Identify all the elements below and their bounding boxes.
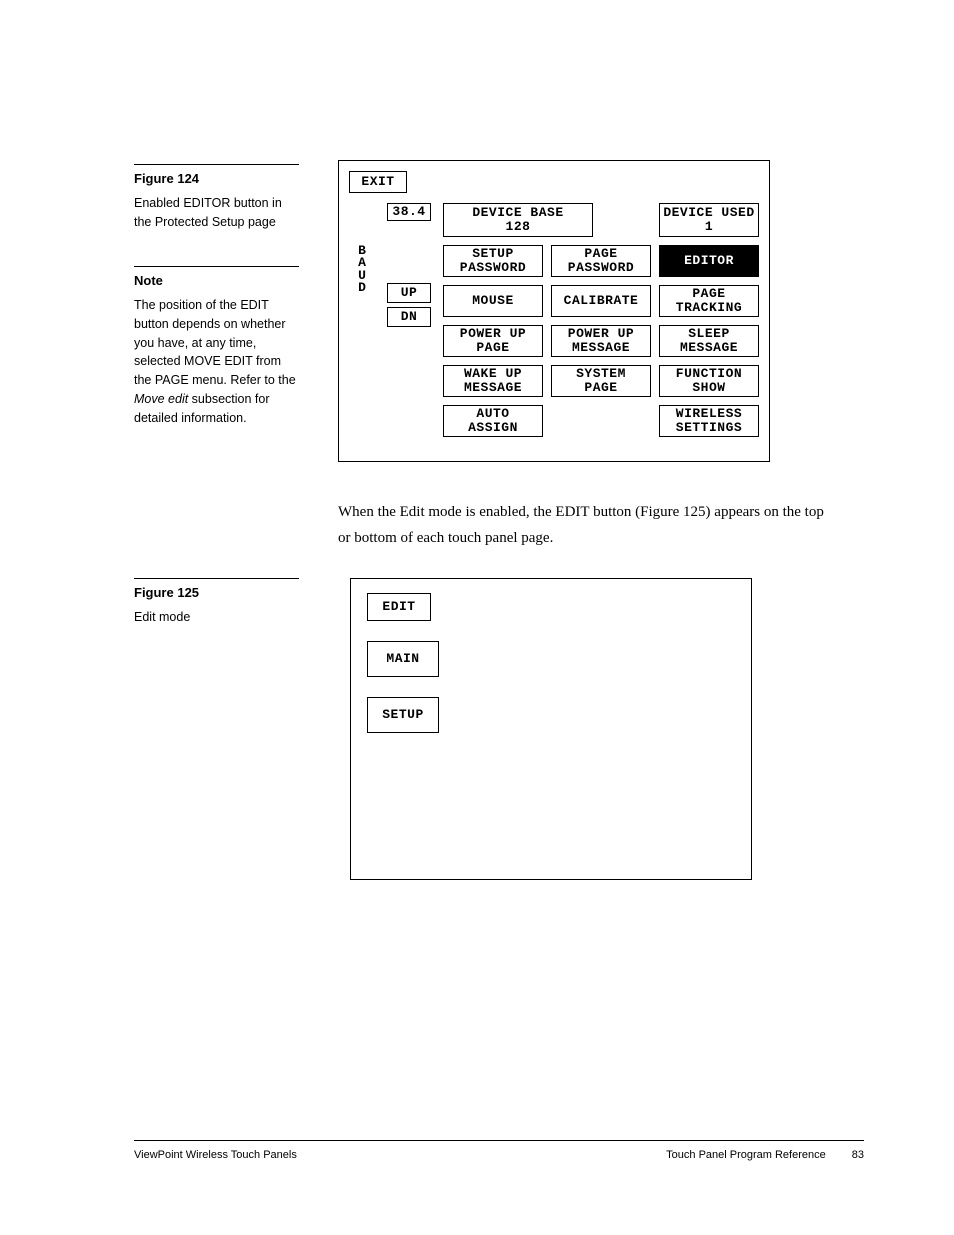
- footer-right: Touch Panel Program Reference: [666, 1149, 826, 1161]
- calibrate-button[interactable]: CALIBRATE: [551, 285, 651, 317]
- footer-left: ViewPoint Wireless Touch Panels: [134, 1149, 297, 1161]
- page-tracking-button[interactable]: PAGE TRACKING: [659, 285, 759, 317]
- page-footer: ViewPoint Wireless Touch Panels Touch Pa…: [134, 1140, 864, 1161]
- edit-mode-panel: EDIT MAIN SETUP: [350, 578, 752, 880]
- auto-assign-button[interactable]: AUTO ASSIGN: [443, 405, 543, 437]
- note-block: Note The position of the EDIT button dep…: [134, 266, 299, 431]
- edit-button[interactable]: EDIT: [367, 593, 431, 621]
- figure-124-title: Figure 124: [134, 171, 299, 186]
- system-page-button[interactable]: SYSTEM PAGE: [551, 365, 651, 397]
- baud-dn-button[interactable]: DN: [387, 307, 431, 327]
- body-paragraph: When the Edit mode is enabled, the EDIT …: [338, 500, 828, 551]
- baud-rate-display: 38.4: [387, 203, 431, 221]
- figure-125-title: Figure 125: [134, 585, 299, 600]
- power-up-message-button[interactable]: POWER UP MESSAGE: [551, 325, 651, 357]
- exit-button[interactable]: EXIT: [349, 171, 407, 193]
- page-number: 83: [852, 1149, 864, 1161]
- wireless-settings-button[interactable]: WIRELESS SETTINGS: [659, 405, 759, 437]
- power-up-page-button[interactable]: POWER UP PAGE: [443, 325, 543, 357]
- figure-124-text: Enabled EDITOR button in the Protected S…: [134, 194, 299, 232]
- baud-label: BAUD: [355, 245, 369, 294]
- main-button[interactable]: MAIN: [367, 641, 439, 677]
- baud-up-button[interactable]: UP: [387, 283, 431, 303]
- editor-button[interactable]: EDITOR: [659, 245, 759, 277]
- setup-button[interactable]: SETUP: [367, 697, 439, 733]
- figure-125-text: Edit mode: [134, 608, 299, 627]
- figure-125-caption: Figure 125 Edit mode: [134, 578, 299, 631]
- sleep-message-button[interactable]: SLEEP MESSAGE: [659, 325, 759, 357]
- protected-setup-panel: EXIT 38.4 BAUD UP DN DEVICE BASE 128 DEV…: [338, 160, 770, 462]
- device-base-display: DEVICE BASE 128: [443, 203, 593, 237]
- setup-password-button[interactable]: SETUP PASSWORD: [443, 245, 543, 277]
- mouse-button[interactable]: MOUSE: [443, 285, 543, 317]
- function-show-button[interactable]: FUNCTION SHOW: [659, 365, 759, 397]
- figure-124-caption: Figure 124 Enabled EDITOR button in the …: [134, 164, 299, 236]
- page-password-button[interactable]: PAGE PASSWORD: [551, 245, 651, 277]
- device-used-display: DEVICE USED 1: [659, 203, 759, 237]
- wake-up-message-button[interactable]: WAKE UP MESSAGE: [443, 365, 543, 397]
- note-text: The position of the EDIT button depends …: [134, 296, 299, 427]
- note-title: Note: [134, 273, 299, 288]
